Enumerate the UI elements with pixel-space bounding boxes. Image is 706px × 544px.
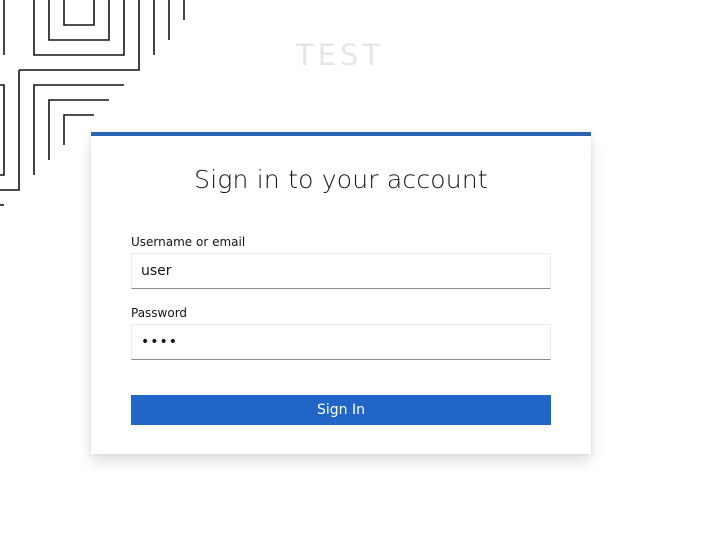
username-input[interactable] — [131, 253, 551, 289]
sign-in-button[interactable]: Sign In — [131, 395, 551, 425]
password-input[interactable] — [131, 324, 551, 360]
username-label: Username or email — [131, 235, 246, 249]
login-card: Sign in to your account Username or emai… — [91, 132, 591, 454]
realm-name: TEST — [295, 38, 385, 72]
login-page: TEST Sign in to your account Username or… — [0, 0, 706, 544]
page-title: Sign in to your account — [194, 165, 488, 194]
password-label: Password — [131, 306, 188, 320]
